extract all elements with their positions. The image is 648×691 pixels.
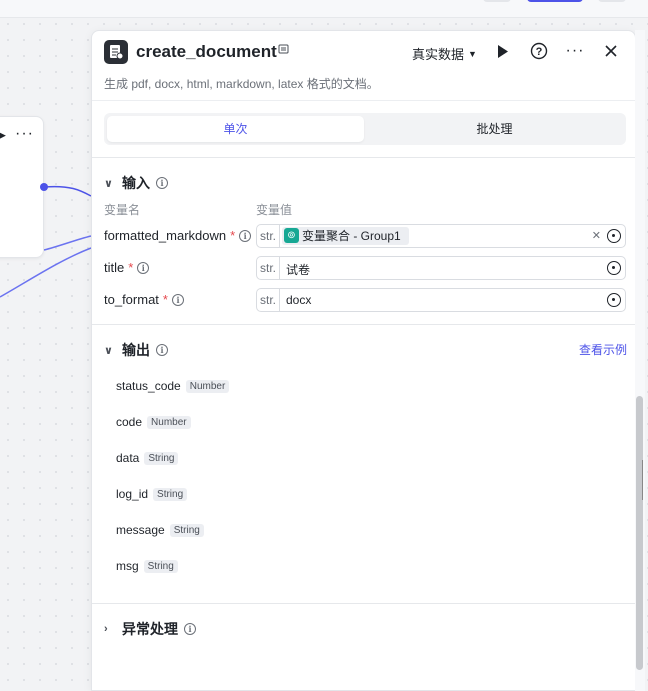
- divider: [92, 324, 635, 325]
- output-field: data String: [116, 451, 179, 465]
- outputs-title: 输出: [122, 342, 150, 358]
- tab-single[interactable]: 单次: [107, 116, 364, 142]
- tab-batch[interactable]: 批处理: [366, 116, 623, 142]
- close-icon[interactable]: [601, 41, 621, 61]
- node-description: 生成 pdf, docx, html, markdown, latex 格式的文…: [104, 77, 379, 91]
- help-icon[interactable]: ?: [529, 41, 549, 61]
- param-title: title * i: [104, 260, 150, 275]
- scrollbar-thumb[interactable]: [636, 396, 643, 670]
- output-name: data: [116, 451, 140, 465]
- chevron-down-icon: ∨: [104, 177, 113, 190]
- param-formatted-markdown: formatted_markdown * i: [104, 228, 252, 243]
- output-name: status_code: [116, 379, 181, 393]
- chevron-down-icon: ∨: [104, 344, 113, 357]
- output-field: msg String: [116, 559, 178, 573]
- output-field: code Number: [116, 415, 191, 429]
- panel-header: create_document 真实数据 ▼ ? ··· 生成 pdf, doc…: [92, 31, 635, 101]
- param-to-format: to_format * i: [104, 292, 184, 307]
- type-badge: String: [169, 523, 204, 537]
- inputs-title: 输入: [122, 175, 150, 191]
- clear-icon[interactable]: ✕: [592, 229, 601, 242]
- column-header-value: 变量值: [256, 203, 293, 217]
- type-badge: String: [153, 487, 188, 501]
- info-icon[interactable]: i: [156, 177, 168, 189]
- run-icon[interactable]: ▶: [0, 130, 6, 141]
- connection-wire: [43, 235, 92, 251]
- required-mark: *: [230, 228, 236, 243]
- divider: [92, 157, 635, 158]
- variable-picker-icon[interactable]: [607, 261, 621, 275]
- type-badge: Number: [185, 379, 230, 393]
- outputs-section-header[interactable]: ∨ 输出 i: [104, 340, 168, 360]
- output-name: code: [116, 415, 143, 429]
- type-badge: Number: [147, 415, 191, 429]
- param-value[interactable]: docx: [286, 293, 311, 307]
- divider: [92, 603, 635, 604]
- data-mode-label: 真实数据: [412, 47, 465, 62]
- type-badge: String: [143, 559, 178, 573]
- bookmark-icon[interactable]: [278, 44, 289, 58]
- document-app-icon: [104, 40, 128, 64]
- required-mark: *: [162, 292, 168, 307]
- node-title: create_document: [136, 42, 277, 61]
- param-label: formatted_markdown: [104, 228, 227, 243]
- output-port[interactable]: [40, 183, 48, 191]
- svg-text:?: ?: [536, 46, 543, 58]
- output-field: log_id String: [116, 487, 188, 501]
- variable-picker-icon[interactable]: [607, 293, 621, 307]
- param-value-field[interactable]: str. 试卷: [256, 256, 626, 280]
- output-name: message: [116, 523, 165, 537]
- type-badge: String: [144, 451, 179, 465]
- param-label: to_format: [104, 292, 159, 307]
- param-value[interactable]: 试卷: [286, 261, 310, 278]
- info-icon[interactable]: i: [137, 261, 150, 274]
- canvas-node-card[interactable]: ▶ ···: [0, 116, 44, 258]
- more-icon[interactable]: ···: [15, 125, 34, 143]
- info-icon[interactable]: i: [156, 344, 168, 356]
- node-config-panel: create_document 真实数据 ▼ ? ··· 生成 pdf, doc…: [91, 30, 636, 691]
- view-example-link[interactable]: 查看示例: [579, 341, 627, 358]
- info-icon[interactable]: i: [239, 229, 252, 242]
- chevron-right-icon: ›: [104, 623, 108, 635]
- more-icon[interactable]: ···: [565, 41, 585, 61]
- run-mode-tabs: 单次 批处理: [104, 113, 626, 145]
- variable-reference-chip[interactable]: ⊚ 变量聚合 - Group1: [282, 227, 409, 245]
- data-mode-dropdown[interactable]: 真实数据 ▼: [412, 44, 477, 63]
- param-value-field[interactable]: str. ⊚ 变量聚合 - Group1 ✕: [256, 224, 626, 248]
- info-icon[interactable]: i: [184, 623, 196, 635]
- scrollbar-marker: [642, 460, 643, 500]
- run-icon[interactable]: [493, 41, 513, 61]
- connection-wire: [43, 185, 92, 197]
- variable-merge-icon: ⊚: [284, 228, 299, 243]
- output-field: status_code Number: [116, 379, 230, 393]
- type-label: str.: [257, 289, 280, 311]
- required-mark: *: [128, 260, 134, 275]
- column-header-name: 变量名: [104, 203, 141, 217]
- type-label: str.: [257, 225, 280, 247]
- info-icon[interactable]: i: [171, 293, 184, 306]
- caret-down-icon: ▼: [468, 48, 477, 59]
- type-label: str.: [257, 257, 280, 279]
- output-name: log_id: [116, 487, 149, 501]
- output-field: message String: [116, 523, 204, 537]
- param-label: title: [104, 260, 125, 275]
- variable-picker-icon[interactable]: [607, 229, 621, 243]
- exception-section-header[interactable]: › 异常处理 i: [104, 619, 196, 639]
- param-value-field[interactable]: str. docx: [256, 288, 626, 312]
- output-name: msg: [116, 559, 139, 573]
- inputs-section-header[interactable]: ∨ 输入 i: [104, 173, 168, 193]
- reference-label: 变量聚合 - Group1: [302, 229, 401, 243]
- exception-title: 异常处理: [122, 621, 178, 637]
